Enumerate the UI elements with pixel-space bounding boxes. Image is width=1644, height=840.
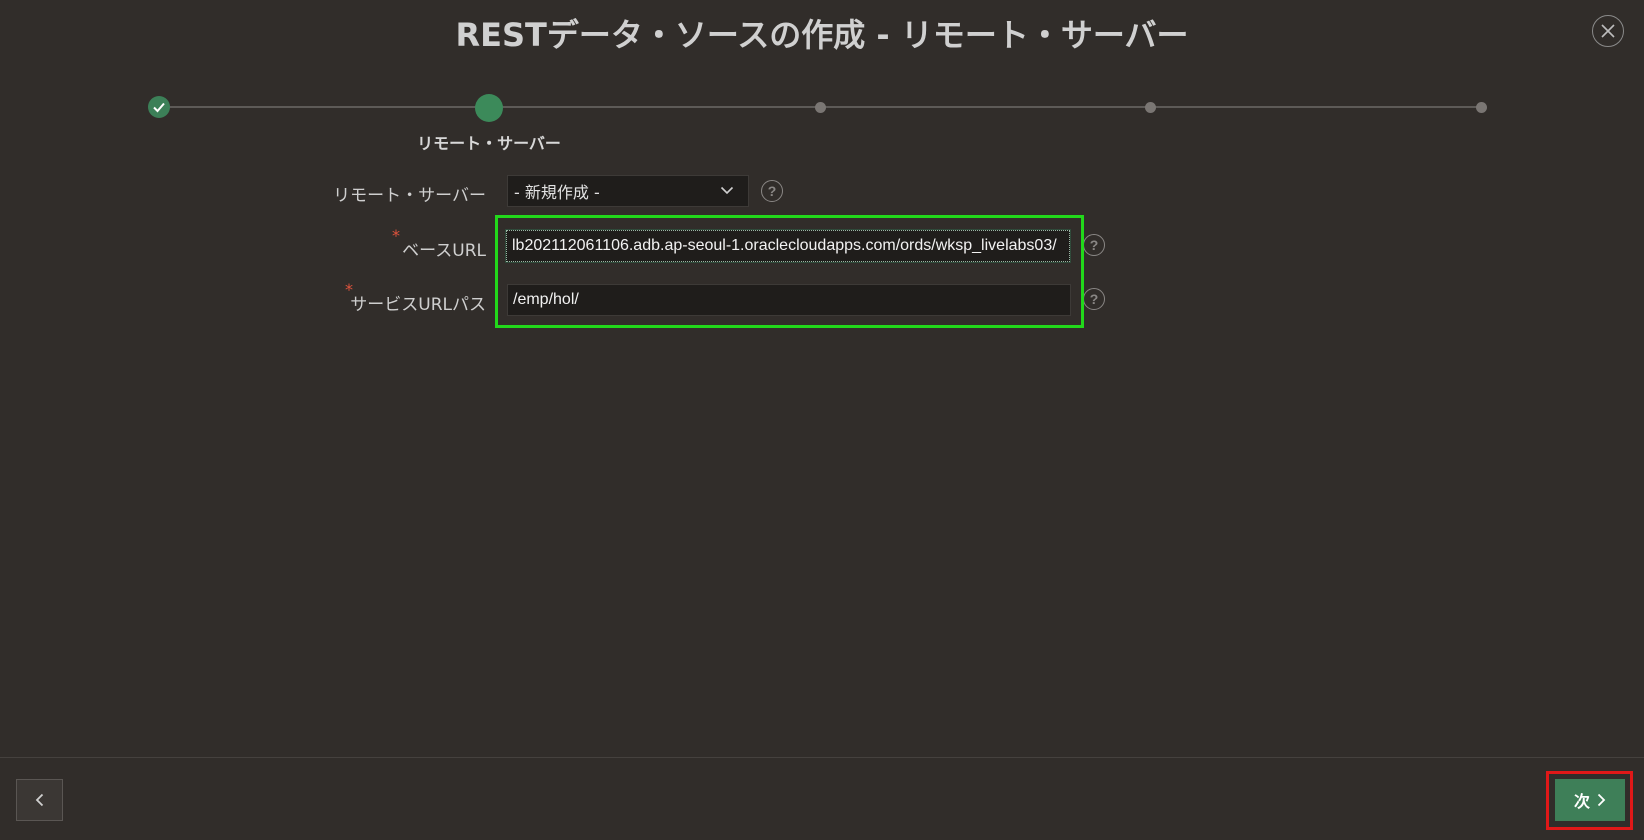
help-icon[interactable]: ? [1083,234,1105,256]
wizard-step-1-complete [148,96,170,118]
required-indicator: * [345,280,353,299]
wizard-step-3 [815,102,826,113]
close-icon [1601,24,1615,38]
back-button[interactable] [16,779,63,821]
close-button[interactable] [1592,15,1624,47]
wizard-step-5 [1476,102,1487,113]
help-icon[interactable]: ? [1083,288,1105,310]
remote-server-label: リモート・サーバー [333,186,486,206]
chevron-left-icon [35,793,43,807]
base-url-label: * ベースURL [392,226,486,261]
service-url-path-label: * サービスURLパス [345,280,486,315]
dialog-title: RESTデータ・ソースの作成 - リモート・サーバー [455,16,1189,54]
wizard-current-step-label: リモート・サーバー [417,134,561,153]
url-fields-highlight [495,215,1084,328]
footer-divider [0,757,1644,758]
wizard-step-4 [1145,102,1156,113]
remote-server-selected-value: - 新規作成 - [514,183,600,202]
chevron-down-icon [720,186,734,195]
next-button-highlight [1546,771,1633,830]
remote-server-select[interactable]: - 新規作成 - [507,175,749,207]
check-icon [153,102,165,113]
help-icon[interactable]: ? [761,180,783,202]
required-indicator: * [392,226,400,245]
wizard-step-2-current [475,94,503,122]
